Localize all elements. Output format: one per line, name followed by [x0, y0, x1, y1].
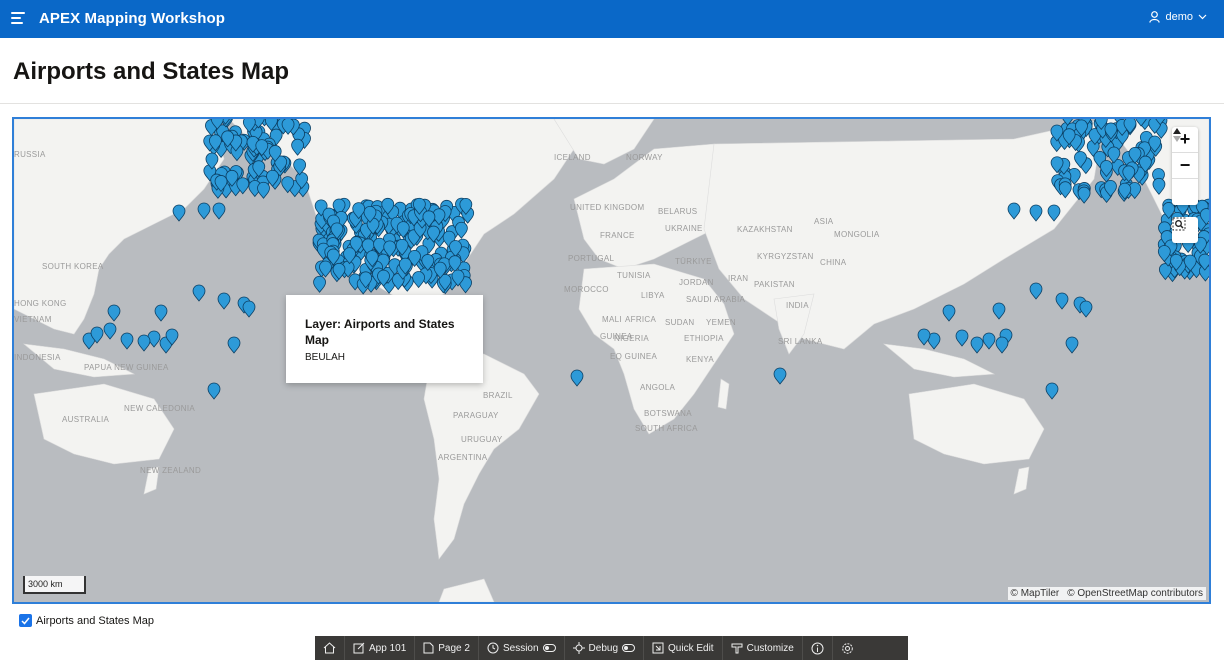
country-label: TÜRKIYE	[675, 257, 712, 266]
country-label: SAUDI ARABIA	[686, 295, 746, 304]
map-region[interactable]: RUSSIA SOUTH KOREA HONG KONG VIETNAM INDONES…	[12, 117, 1211, 604]
debug-icon	[572, 642, 585, 654]
app-header: APEX Mapping Workshop demo	[0, 0, 1224, 38]
toggle-icon	[542, 644, 556, 652]
country-label: NEW CALEDONIA	[124, 404, 195, 413]
map-legend: Airports and States Map	[19, 614, 154, 627]
country-label: UKRAINE	[665, 224, 703, 233]
session-icon	[487, 642, 499, 654]
home-icon	[323, 642, 336, 654]
map-popup: Layer: Airports and States Map BEULAH	[286, 295, 483, 383]
country-label: MONGOLIA	[834, 230, 880, 239]
app-title[interactable]: APEX Mapping Workshop	[39, 10, 225, 27]
devbar-quick-edit[interactable]: Quick Edit	[644, 636, 723, 660]
chevron-down-icon	[1198, 14, 1207, 20]
devbar-debug-label: Debug	[588, 642, 619, 654]
country-label: PAKISTAN	[754, 280, 795, 289]
country-label: MALI	[602, 315, 622, 324]
country-label: MOROCCO	[564, 285, 609, 294]
attribution-osm[interactable]: © OpenStreetMap contributors	[1067, 588, 1203, 599]
country-label: EQ GUINEA	[610, 352, 658, 361]
country-label: INDONESIA	[14, 353, 61, 362]
popup-title: Layer: Airports and States Map	[305, 317, 455, 347]
devbar-quick-edit-label: Quick Edit	[668, 642, 714, 654]
zoom-out-button[interactable]: −	[1172, 153, 1198, 179]
info-icon	[811, 642, 824, 654]
country-label: SOUTH AFRICA	[635, 424, 698, 433]
divider	[0, 103, 1224, 104]
country-label: INDIA	[786, 301, 809, 310]
check-icon	[21, 617, 30, 625]
country-label: NORWAY	[626, 153, 663, 162]
country-label: PARAGUAY	[453, 411, 499, 420]
world-map[interactable]: RUSSIA SOUTH KOREA HONG KONG VIETNAM INDONES…	[14, 119, 1209, 602]
country-label: ETHIOPIA	[684, 334, 724, 343]
country-label: JORDAN	[679, 278, 714, 287]
user-icon	[1149, 11, 1161, 23]
country-label: PORTUGAL	[568, 254, 615, 263]
edit-icon	[353, 642, 365, 654]
country-label: SUDAN	[665, 318, 695, 327]
devbar-info[interactable]	[803, 636, 833, 660]
zoom-extent-icon[interactable]	[1172, 217, 1198, 243]
country-label: YEMEN	[706, 318, 736, 327]
quick-edit-icon	[652, 642, 664, 654]
legend-label: Airports and States Map	[36, 614, 155, 627]
country-label: HONG KONG	[14, 299, 66, 308]
map-navigation-controls: + −	[1172, 127, 1198, 205]
country-label: ARGENTINA	[438, 453, 488, 462]
country-label: VIETNAM	[14, 315, 52, 324]
country-label: NEW ZEALAND	[140, 466, 201, 475]
devbar-settings[interactable]	[833, 636, 862, 660]
country-label: ICELAND	[554, 153, 591, 162]
country-label: URUGUAY	[461, 435, 503, 444]
country-label: SRI LANKA	[778, 337, 823, 346]
country-label: IRAN	[728, 274, 748, 283]
layer-checkbox[interactable]	[19, 614, 32, 627]
country-label: RUSSIA	[14, 150, 46, 159]
country-label: TUNISIA	[617, 271, 651, 280]
country-label: FRANCE	[600, 231, 635, 240]
country-label: BRAZIL	[483, 391, 513, 400]
devbar-app-label: App 101	[369, 642, 407, 654]
compass-icon[interactable]	[1172, 128, 1198, 205]
customize-icon	[731, 643, 743, 654]
devbar-app[interactable]: App 101	[345, 636, 416, 660]
country-label: BOTSWANA	[644, 409, 692, 418]
devbar-session[interactable]: Session	[479, 636, 565, 660]
devbar-customize-label: Customize	[746, 642, 794, 654]
toggle-icon	[622, 644, 636, 652]
country-label: CHINA	[820, 258, 847, 267]
user-name: demo	[1165, 11, 1193, 23]
country-label: KYRGYZSTAN	[757, 252, 814, 261]
country-label: LIBYA	[641, 291, 665, 300]
devbar-home[interactable]	[315, 636, 345, 660]
country-label: SOUTH KOREA	[42, 262, 104, 271]
country-label: AFRICA	[625, 315, 656, 324]
devbar-page-label: Page 2	[438, 642, 470, 654]
country-label: PAPUA NEW GUINEA	[84, 363, 169, 372]
popup-value: BEULAH	[305, 352, 346, 363]
devbar-customize[interactable]: Customize	[723, 636, 803, 660]
country-label: NIGERIA	[614, 334, 649, 343]
country-label: BELARUS	[658, 207, 697, 216]
hamburger-icon[interactable]	[11, 12, 25, 25]
user-menu[interactable]: demo	[1149, 11, 1207, 23]
developer-toolbar: App 101 Page 2 Session Debug Quick Edit …	[315, 636, 908, 660]
devbar-session-label: Session	[502, 642, 539, 654]
map-attribution: © MapTiler © OpenStreetMap contributors	[1007, 587, 1206, 600]
devbar-page[interactable]: Page 2	[415, 636, 479, 660]
country-label: UNITED KINGDOM	[570, 203, 644, 212]
attribution-maptiler[interactable]: © MapTiler	[1011, 588, 1060, 599]
page-edit-icon	[423, 642, 434, 654]
scale-bar: 3000 km	[23, 576, 86, 594]
country-label: AUSTRALIA	[62, 415, 110, 424]
page-title: Airports and States Map	[13, 58, 290, 85]
country-label: KENYA	[686, 355, 714, 364]
country-label: ASIA	[814, 217, 834, 226]
gear-icon	[842, 642, 853, 654]
devbar-debug[interactable]: Debug	[565, 636, 645, 660]
country-label: ANGOLA	[640, 383, 676, 392]
country-label: KAZAKHSTAN	[737, 225, 793, 234]
